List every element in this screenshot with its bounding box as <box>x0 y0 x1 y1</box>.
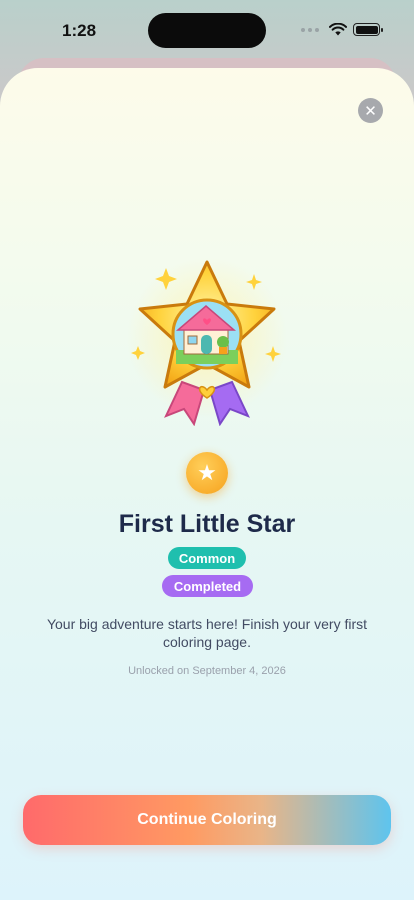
achievement-title: First Little Star <box>118 510 296 538</box>
rarity-badge: Common <box>168 547 246 569</box>
signal-dots-icon <box>301 27 319 32</box>
close-icon: ✕ <box>364 102 377 120</box>
status-badge: Completed <box>162 575 253 597</box>
unlocked-date: Unlocked on September 4, 2026 <box>128 665 286 677</box>
continue-coloring-button[interactable]: Continue Coloring <box>23 795 391 845</box>
wifi-icon <box>329 23 347 36</box>
star-icon: ★ <box>186 452 228 494</box>
status-bar: 1:28 <box>0 0 414 60</box>
status-icons <box>301 23 383 36</box>
dynamic-island <box>148 13 266 48</box>
status-time: 1:28 <box>62 21 97 40</box>
house-star-badge-icon <box>127 258 287 426</box>
battery-icon <box>353 23 383 36</box>
achievement-sheet: ✕ ★ First Little Star Common Completed Y… <box>0 68 414 900</box>
close-button[interactable]: ✕ <box>358 98 383 123</box>
achievement-description: Your big adventure starts here! Finish y… <box>46 616 368 650</box>
